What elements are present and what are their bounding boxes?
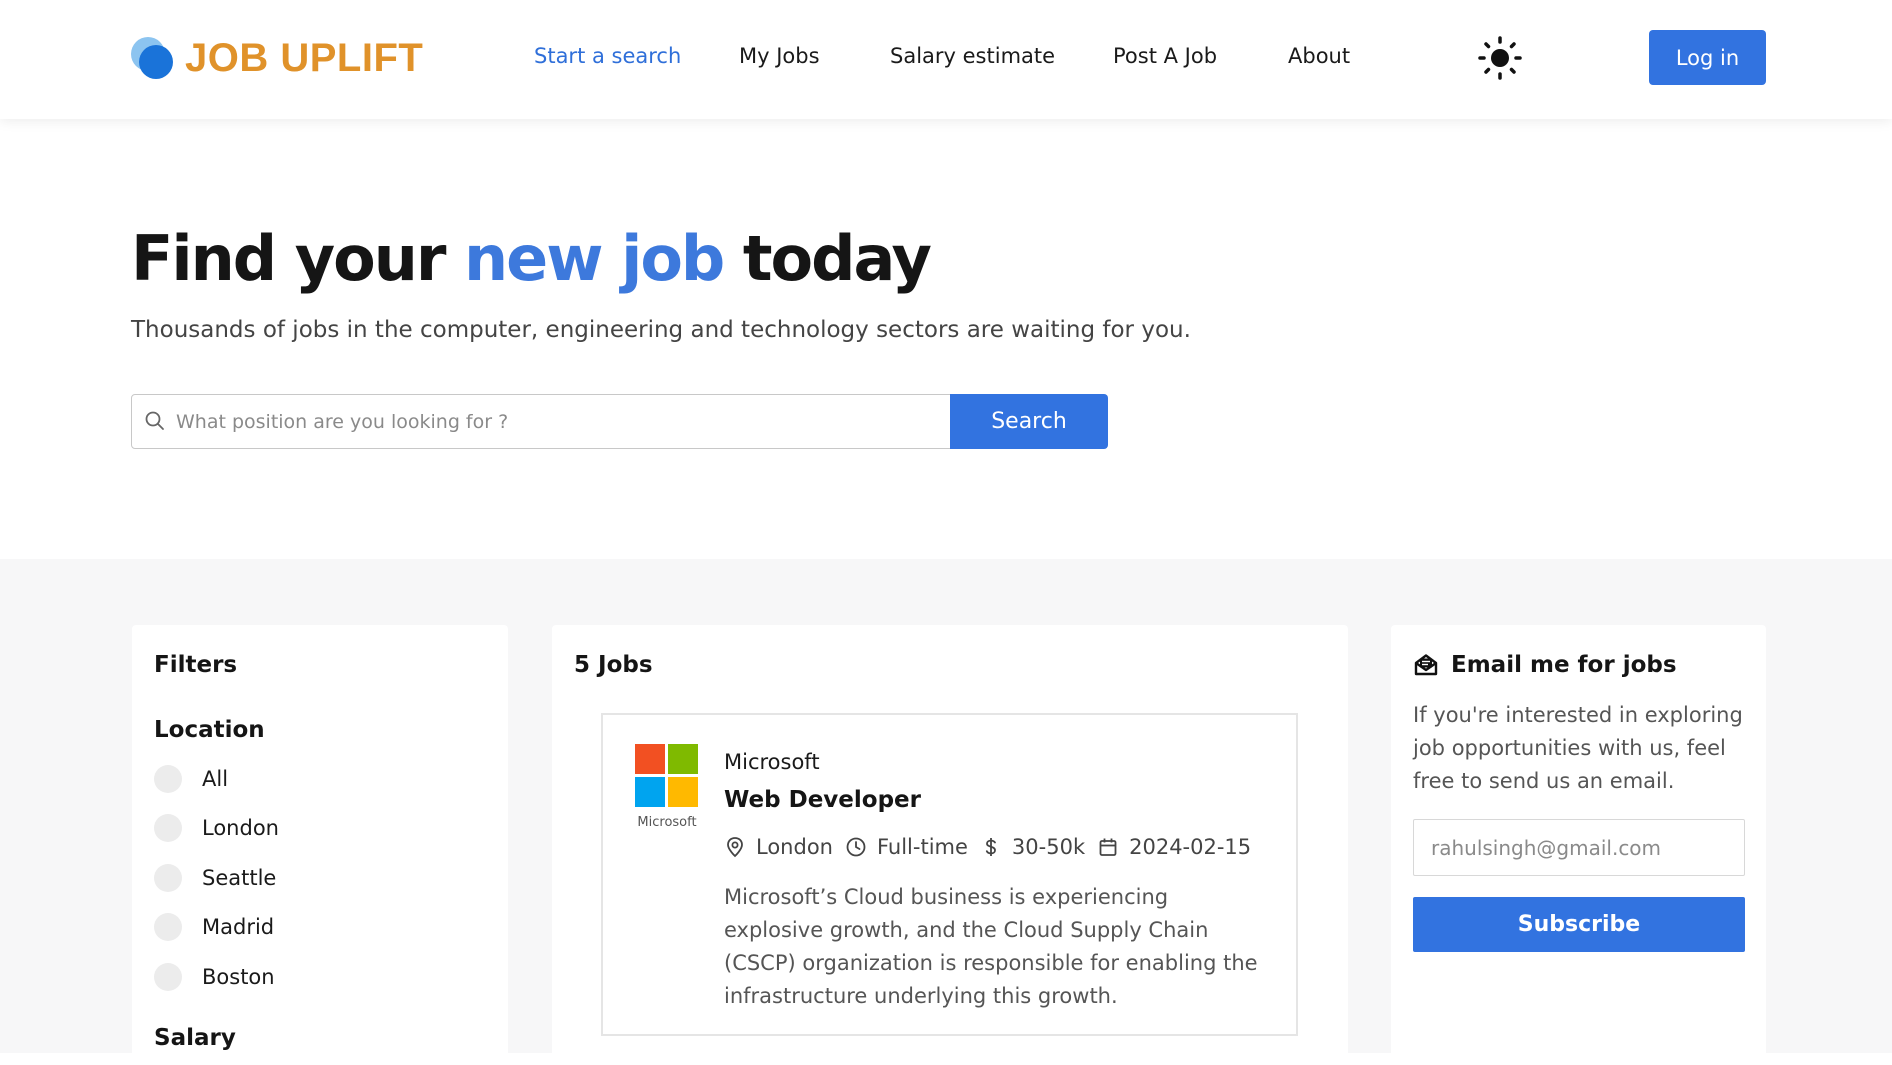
top-navbar: JOB UPLIFT Start a search My Jobs Salary…	[0, 0, 1892, 119]
location-option-boston[interactable]: Boston	[154, 961, 275, 993]
email-alert-panel: Email me for jobs If you're interested i…	[1391, 625, 1766, 1065]
search-icon	[145, 411, 164, 430]
location-option-london[interactable]: London	[154, 812, 279, 844]
logo-icon	[131, 37, 173, 79]
company-logo-caption: Microsoft	[637, 815, 697, 830]
job-title[interactable]: Web Developer	[724, 787, 921, 813]
brand-logo[interactable]: JOB UPLIFT	[131, 36, 423, 80]
calendar-icon	[1099, 838, 1117, 856]
location-option-madrid[interactable]: Madrid	[154, 911, 274, 943]
nav-about[interactable]: About	[1288, 44, 1350, 68]
login-button[interactable]: Log in	[1649, 30, 1766, 85]
radio-button[interactable]	[154, 913, 182, 941]
location-option-all[interactable]: All	[154, 763, 228, 795]
nav-salary-estimate[interactable]: Salary estimate	[890, 44, 1055, 68]
location-option-label: Seattle	[202, 866, 277, 890]
nav-post-a-job[interactable]: Post A Job	[1113, 44, 1217, 68]
job-date-text: 2024-02-15	[1129, 835, 1252, 859]
filters-title: Filters	[154, 652, 238, 678]
location-pin-icon	[727, 837, 743, 858]
clock-icon	[846, 837, 866, 857]
salary-filter-heading: Salary	[154, 1025, 236, 1051]
hero-title: Find your new job today	[131, 222, 932, 295]
hero-subtitle: Thousands of jobs in the computer, engin…	[131, 317, 1191, 343]
filters-panel: Filters Location All London Seattle Madr…	[132, 625, 508, 1065]
radio-button[interactable]	[154, 765, 182, 793]
radio-button[interactable]	[154, 864, 182, 892]
job-location: London	[724, 835, 833, 859]
hero-title-end: today	[723, 222, 932, 295]
job-type: Full-time	[845, 835, 968, 859]
email-alert-title: Email me for jobs	[1451, 652, 1677, 678]
hero-title-start: Find your	[131, 222, 465, 295]
theme-toggle-sun-icon[interactable]	[1476, 34, 1524, 82]
location-option-label: London	[202, 816, 279, 840]
job-company: Microsoft	[724, 750, 820, 774]
dollar-icon	[985, 838, 996, 856]
location-option-label: All	[202, 767, 229, 791]
location-option-seattle[interactable]: Seattle	[154, 862, 276, 894]
job-location-text: London	[756, 835, 833, 859]
brand-name: JOB UPLIFT	[185, 35, 424, 80]
job-description: Microsoft’s Cloud business is experienci…	[724, 885, 1258, 1008]
search-input[interactable]	[176, 395, 946, 448]
job-card[interactable]: Microsoft Microsoft Web Developer London…	[601, 713, 1298, 1036]
job-salary: 30-50k	[980, 835, 1085, 859]
location-option-label: Madrid	[202, 915, 275, 939]
job-type-text: Full-time	[876, 835, 968, 859]
jobs-list-panel: 5 Jobs Microsoft Microsoft Web Developer…	[552, 625, 1348, 1065]
nav-start-a-search[interactable]: Start a search	[534, 44, 681, 68]
email-field[interactable]	[1413, 819, 1745, 876]
email-alert-description: If you're interested in exploring job op…	[1413, 703, 1743, 793]
radio-button[interactable]	[154, 963, 182, 991]
hero-title-accent: new job	[464, 222, 725, 295]
search-box	[131, 394, 951, 449]
nav-my-jobs[interactable]: My Jobs	[739, 44, 820, 68]
company-logo	[635, 744, 698, 807]
location-filter-heading: Location	[154, 717, 265, 743]
search-button[interactable]: Search	[950, 394, 1108, 449]
mail-icon	[1414, 654, 1438, 676]
location-option-label: Boston	[202, 965, 275, 989]
radio-button[interactable]	[154, 814, 182, 842]
subscribe-button[interactable]: Subscribe	[1413, 897, 1745, 952]
jobs-count: 5 Jobs	[574, 652, 653, 678]
job-salary-text: 30-50k	[1011, 835, 1086, 859]
job-meta: London Full-time 30-50k 2024-02-15	[724, 835, 1263, 859]
job-date: 2024-02-15	[1097, 835, 1251, 859]
email-alert-header: Email me for jobs	[1413, 652, 1677, 678]
